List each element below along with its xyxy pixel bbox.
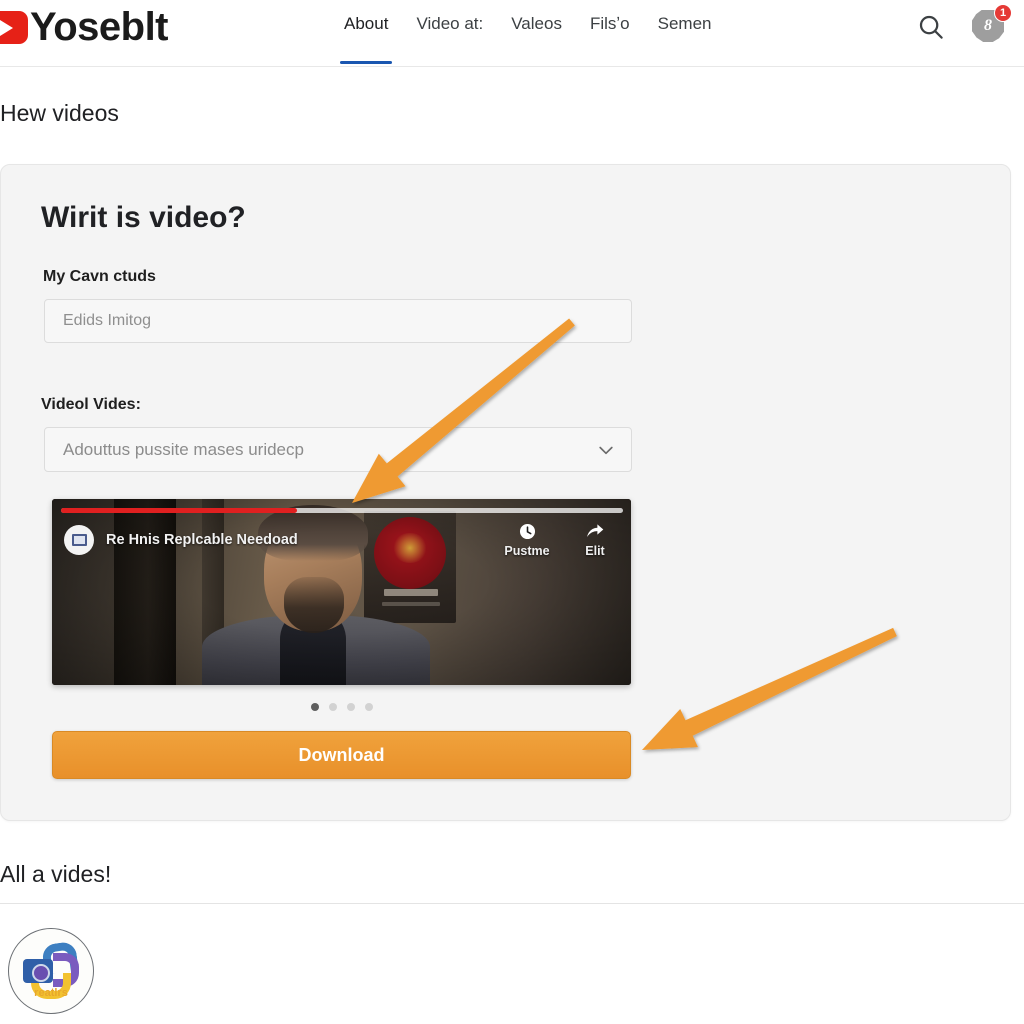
site-header: Yoseblt About Video at: Valeos Filsʼo Se…: [0, 0, 1024, 67]
carousel-dot-4[interactable]: [364, 703, 373, 711]
page-title: Hew videos: [0, 100, 119, 126]
video-player[interactable]: Re Hnis Replcable Needoad Pustme Elit: [52, 499, 631, 685]
app-root: Yoseblt About Video at: Valeos Filsʼo Se…: [0, 0, 1024, 1024]
carousel-dot-1[interactable]: [310, 703, 319, 711]
avatar-label: reatlrs: [34, 987, 68, 999]
nav-item-video-at[interactable]: Video at:: [402, 0, 497, 67]
search-icon[interactable]: [916, 12, 946, 42]
share-arrow-icon: [587, 524, 604, 538]
watch-later-label: Pustme: [504, 544, 550, 558]
channel-avatar[interactable]: [64, 525, 94, 555]
carousel-dot-3[interactable]: [346, 703, 355, 711]
list-item-avatar: reatlrs: [8, 928, 94, 1014]
nav-item-about[interactable]: About: [330, 0, 402, 67]
share-label: Elit: [585, 544, 605, 558]
nav-item-valeos[interactable]: Valeos: [497, 0, 576, 67]
site-logo[interactable]: Yoseblt: [0, 5, 169, 49]
input-label: My Cavn ctuds: [43, 268, 156, 285]
carousel-dots: [52, 703, 631, 711]
avatar-camera-icon: [23, 959, 53, 983]
select-label: Videol Vides:: [41, 396, 141, 413]
logo-text: Yoseblt: [30, 5, 169, 49]
channel-avatar-glyph: [71, 534, 87, 546]
primary-nav: About Video at: Valeos Filsʼo Semen: [330, 0, 726, 67]
avatar[interactable]: 8 1: [972, 4, 1012, 44]
download-button[interactable]: Download: [52, 731, 631, 779]
play-logo-icon: [0, 10, 28, 44]
video-quality-select[interactable]: Adouttus pussite mases uridecp: [44, 427, 632, 472]
header-actions: 8 1: [916, 4, 1012, 44]
nav-item-semen[interactable]: Semen: [644, 0, 726, 67]
video-tool-card: Wirit is video? My Cavn ctuds Videol Vid…: [0, 164, 1011, 821]
list-heading: All a vides!: [0, 861, 112, 887]
player-overlay: Re Hnis Replcable Needoad Pustme Elit: [52, 513, 631, 567]
player-actions: Pustme Elit: [501, 522, 621, 558]
list-item[interactable]: reatlrs Laik Tu–Ba The smald Clicloelady…: [0, 920, 1024, 1020]
divider: [0, 903, 1024, 904]
watch-later-button[interactable]: Pustme: [501, 522, 553, 558]
nav-item-filso[interactable]: Filsʼo: [576, 0, 644, 67]
share-button[interactable]: Elit: [569, 522, 621, 558]
select-value[interactable]: Adouttus pussite mases uridecp: [44, 427, 632, 472]
clock-icon: [519, 523, 535, 540]
search-input[interactable]: [44, 299, 632, 343]
notification-badge: 1: [994, 4, 1012, 22]
carousel-dot-2[interactable]: [328, 703, 337, 711]
video-title: Re Hnis Replcable Needoad: [106, 532, 298, 548]
card-heading: Wirit is video?: [41, 201, 246, 234]
